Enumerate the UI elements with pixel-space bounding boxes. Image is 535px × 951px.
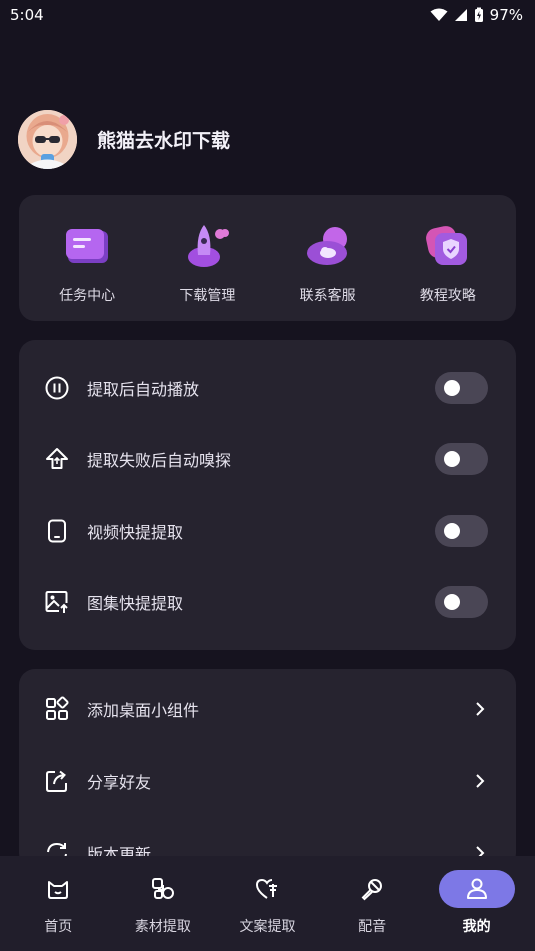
app-name: 熊猫去水印下载 xyxy=(97,130,231,152)
status-icons: 97% xyxy=(430,6,523,24)
quick-actions-card: 任务中心 下载管理 联系客服 教程攻略 xyxy=(19,195,516,321)
widgets-icon xyxy=(46,696,69,720)
action-label: 任务中心 xyxy=(59,288,116,304)
home-cat-icon xyxy=(48,881,69,899)
action-label: 联系客服 xyxy=(299,288,356,304)
user-icon xyxy=(466,878,487,899)
tab-material[interactable]: 素材提取 xyxy=(113,856,213,951)
phone-icon xyxy=(48,519,66,543)
switch-knob xyxy=(444,522,460,539)
toggle-label: 提取后自动播放 xyxy=(87,379,200,399)
switch-knob xyxy=(444,379,460,396)
link-label: 添加桌面小组件 xyxy=(87,701,200,720)
auto-sniff-switch[interactable] xyxy=(435,443,488,476)
gallery-quick-switch[interactable] xyxy=(435,586,488,619)
status-time: 5:04 xyxy=(10,6,44,24)
tab-label: 配音 xyxy=(358,919,387,935)
action-customer-service[interactable]: 联系客服 xyxy=(273,195,383,321)
battery-percent: 97% xyxy=(489,6,523,24)
signal-icon xyxy=(454,9,467,21)
autoplay-switch[interactable] xyxy=(435,371,488,404)
pause-circle-icon xyxy=(45,376,69,400)
action-label: 教程攻略 xyxy=(419,288,476,304)
share-icon xyxy=(46,770,67,792)
shapes-icon xyxy=(151,878,174,899)
upload-arrow-icon xyxy=(46,448,68,470)
video-quick-switch[interactable] xyxy=(435,514,488,547)
toggle-label: 提取失败后自动嗅探 xyxy=(87,451,232,471)
toggle-row-gallery-quick[interactable]: 图集快提提取 xyxy=(19,567,516,639)
toggle-row-auto-sniff[interactable]: 提取失败后自动嗅探 xyxy=(19,424,516,496)
wifi-icon xyxy=(430,8,448,21)
link-row-widget[interactable]: 添加桌面小组件 xyxy=(19,673,516,745)
action-task-center[interactable]: 任务中心 xyxy=(32,195,142,321)
image-icon xyxy=(45,591,68,614)
bottom-tab-bar: 首页 素材提取 文案提取 配音 我的 xyxy=(0,856,535,951)
toggle-label: 图集快提提取 xyxy=(87,594,184,614)
cloud-icon xyxy=(306,227,347,265)
action-tutorials[interactable]: 教程攻略 xyxy=(393,195,503,321)
tab-mine[interactable]: 我的 xyxy=(427,856,527,951)
link-label: 分享好友 xyxy=(87,773,152,792)
chevron-right-icon xyxy=(476,702,485,716)
tab-label: 素材提取 xyxy=(134,919,191,935)
avatar-girl-icon xyxy=(18,110,77,169)
tab-home[interactable]: 首页 xyxy=(8,856,108,951)
switch-knob xyxy=(444,594,460,611)
tab-label: 我的 xyxy=(462,919,491,935)
mic-icon xyxy=(361,879,383,901)
link-row-share[interactable]: 分享好友 xyxy=(19,745,516,817)
action-label: 下载管理 xyxy=(179,288,236,304)
text-heart-icon xyxy=(256,878,278,899)
action-download-manager[interactable]: 下载管理 xyxy=(152,195,262,321)
tab-label: 文案提取 xyxy=(239,919,296,935)
settings-toggles-card: 提取后自动播放 提取失败后自动嗅探 视频快提提取 图集快提提取 xyxy=(19,340,516,650)
chevron-right-icon xyxy=(476,774,485,788)
toggle-row-autoplay[interactable]: 提取后自动播放 xyxy=(19,352,516,424)
tab-voiceover[interactable]: 配音 xyxy=(322,856,422,951)
shield-icon xyxy=(425,226,467,265)
profile-header[interactable]: 熊猫去水印下载 xyxy=(18,110,230,169)
tab-copywriting[interactable]: 文案提取 xyxy=(217,856,317,951)
status-bar: 5:04 97% xyxy=(0,0,535,30)
links-card: 添加桌面小组件 分享好友 版本更新 xyxy=(19,669,516,869)
avatar[interactable] xyxy=(18,110,77,169)
toggle-label: 视频快提提取 xyxy=(87,522,184,542)
switch-knob xyxy=(444,451,460,468)
toggle-row-video-quick[interactable]: 视频快提提取 xyxy=(19,495,516,567)
battery-icon xyxy=(474,7,483,22)
tab-label: 首页 xyxy=(44,919,73,935)
folder-icon xyxy=(66,229,109,263)
rocket-icon xyxy=(188,225,230,267)
